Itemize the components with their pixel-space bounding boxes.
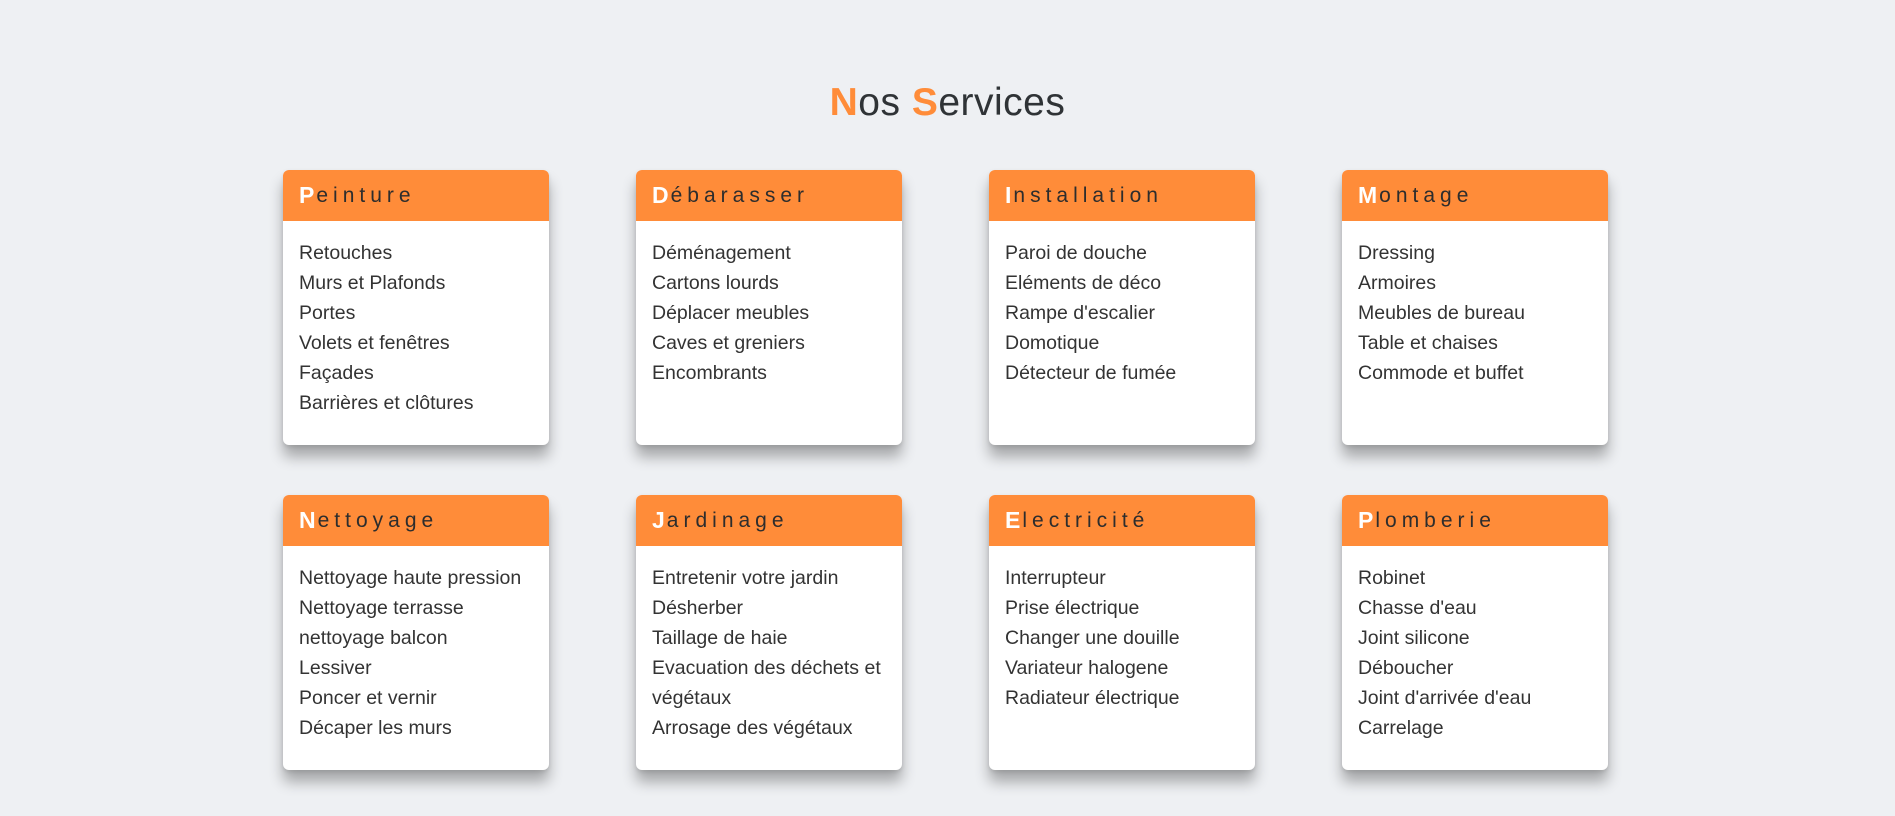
service-list-item: Cartons lourds: [652, 272, 779, 294]
service-list-item: Radiateur électrique: [1005, 687, 1180, 709]
service-card-header: Peinture: [283, 170, 549, 221]
service-card-header: Débarasser: [636, 170, 902, 221]
service-list-item: Retouches: [299, 242, 393, 264]
service-list-item: Changer une douille: [1005, 627, 1180, 649]
service-card-title: lectricité: [1022, 508, 1150, 532]
service-list-item: Commode et buffet: [1358, 362, 1524, 384]
service-list-item: Caves et greniers: [652, 332, 805, 354]
service-list-item: Dressing: [1358, 242, 1435, 264]
service-list-item: Variateur halogene: [1005, 657, 1169, 679]
service-list-item: Domotique: [1005, 332, 1100, 354]
service-list: Interrupteur Prise électrique Changer une …: [989, 546, 1255, 713]
service-list-item: Paroi de douche: [1005, 242, 1148, 264]
service-list-item: Poncer et vernir: [299, 687, 437, 709]
service-card-header: Nettoyage: [283, 495, 549, 546]
service-list: Retouches Murs et Plafonds Portes Volets et…: [283, 221, 549, 418]
service-card-initial: M: [1358, 182, 1378, 208]
page-title-initial-s: S: [911, 81, 939, 125]
service-card-header: Electricité: [989, 495, 1255, 546]
service-list: Déménagement Cartons lourds Déplacer meubl…: [636, 221, 902, 388]
service-card-title: ébarasser: [670, 183, 810, 207]
service-card-initial: P: [1358, 507, 1374, 533]
service-list-item: Joint d'arrivée d'eau: [1358, 687, 1532, 709]
service-list-item: Lessiver: [299, 657, 372, 679]
service-list-item: Carrelage: [1358, 717, 1444, 739]
service-list-item: Robinet: [1358, 567, 1426, 589]
service-list-item: Evacuation des déchets et végétaux: [652, 657, 881, 709]
service-list-item: Joint silicone: [1358, 627, 1470, 649]
page-title-part: os: [858, 81, 912, 125]
service-card-title: lomberie: [1375, 508, 1496, 532]
service-card-header: Montage: [1342, 170, 1608, 221]
service-list-item: nettoyage balcon: [299, 627, 448, 649]
service-list-item: Prise électrique: [1005, 597, 1140, 619]
page-title-initial-n: N: [829, 81, 859, 125]
service-list-item: Encombrants: [652, 362, 767, 384]
service-list-item: Barrières et clôtures: [299, 392, 474, 414]
service-list-item: Chasse d'eau: [1358, 597, 1477, 619]
service-list-item: Entretenir votre jardin: [652, 567, 839, 589]
page-title-part: ervices: [938, 81, 1066, 125]
service-card-title: nstallation: [1013, 183, 1163, 207]
service-list-item: Déménagement: [652, 242, 791, 264]
service-list-item: Eléments de déco: [1005, 272, 1162, 294]
service-list-item: Rampe d'escalier: [1005, 302, 1156, 324]
service-list: Entretenir votre jardin Désherber Taillage…: [636, 546, 902, 743]
service-list-item: Déboucher: [1358, 657, 1454, 679]
service-card: Plomberie Robinet Chasse d'eau Joint silico…: [1342, 495, 1608, 770]
service-card: Installation Paroi de douche Eléments de d…: [989, 170, 1255, 445]
service-card: Electricité Interrupteur Prise électrique C…: [989, 495, 1255, 770]
service-card: Débarasser Déménagement Cartons lourds Dépl…: [636, 170, 902, 445]
service-list-item: Arrosage des végétaux: [652, 717, 853, 739]
service-card: Montage Dressing Armoires Meubles de bureau…: [1342, 170, 1608, 445]
service-list: Nettoyage haute pression Nettoyage terras…: [283, 546, 549, 743]
service-list: Paroi de douche Eléments de déco Rampe d'e…: [989, 221, 1255, 388]
service-card-initial: N: [299, 507, 316, 533]
service-card-title: einture: [316, 183, 416, 207]
service-list-item: Portes: [299, 302, 356, 324]
page-title: Nos Services: [0, 81, 1895, 125]
service-list-item: Décaper les murs: [299, 717, 452, 739]
service-card-title: ardinage: [666, 508, 789, 532]
service-list-item: Nettoyage terrasse: [299, 597, 464, 619]
service-card: Jardinage Entretenir votre jardin Désherbe…: [636, 495, 902, 770]
service-list-item: Murs et Plafonds: [299, 272, 446, 294]
service-card-initial: J: [652, 507, 665, 533]
service-list-item: Nettoyage haute pression: [299, 567, 522, 589]
service-list: Robinet Chasse d'eau Joint silicone Débouch…: [1342, 546, 1608, 743]
services-grid: Peinture Retouches Murs et Plafonds Portes V…: [283, 170, 1608, 770]
service-card-title: ettoyage: [317, 508, 439, 532]
service-card-header: Installation: [989, 170, 1255, 221]
service-list-item: Interrupteur: [1005, 567, 1106, 589]
service-list-item: Désherber: [652, 597, 744, 619]
service-card-header: Plomberie: [1342, 495, 1608, 546]
service-card-header: Jardinage: [636, 495, 902, 546]
service-list-item: Détecteur de fumée: [1005, 362, 1177, 384]
service-list-item: Meubles de bureau: [1358, 302, 1525, 324]
service-list-item: Volets et fenêtres: [299, 332, 450, 354]
service-card-initial: P: [299, 182, 315, 208]
service-card: Peinture Retouches Murs et Plafonds Portes V…: [283, 170, 549, 445]
service-list-item: Façades: [299, 362, 374, 384]
service-list-item: Table et chaises: [1358, 332, 1498, 354]
service-card-title: ontage: [1379, 183, 1474, 207]
service-list: Dressing Armoires Meubles de bureau Table e…: [1342, 221, 1608, 388]
service-list-item: Armoires: [1358, 272, 1437, 294]
service-card-initial: I: [1005, 182, 1012, 208]
service-card: Nettoyage Nettoyage haute pression Nettoya…: [283, 495, 549, 770]
service-list-item: Taillage de haie: [652, 627, 788, 649]
service-card-initial: E: [1005, 507, 1021, 533]
service-list-item: Déplacer meubles: [652, 302, 810, 324]
service-card-initial: D: [652, 182, 669, 208]
